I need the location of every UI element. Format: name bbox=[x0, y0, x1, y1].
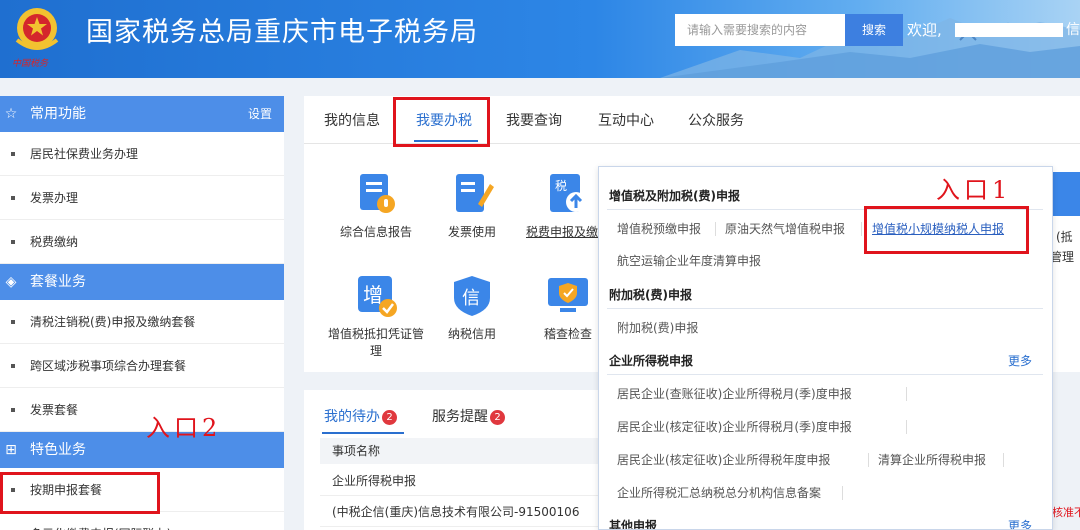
sidebar-section-features[interactable]: ⊞ 特色业务 bbox=[0, 432, 284, 468]
page-title: 国家税务总局重庆市电子税务局 bbox=[86, 17, 478, 48]
link-cit-branch-filing[interactable]: 企业所得税汇总纳税总分机构信息备案 bbox=[617, 484, 821, 501]
service-label: 纳税信用 bbox=[447, 327, 496, 341]
site-header: 中国税务 国家税务总局重庆市电子税务局 请输入需要搜索的内容 搜索 欢迎, 信 bbox=[0, 0, 1080, 78]
annotation-box-entry1 bbox=[864, 206, 1029, 254]
divider bbox=[861, 222, 862, 236]
tab-interaction[interactable]: 互动中心 bbox=[598, 110, 654, 130]
link-cit-verified-annual[interactable]: 居民企业(核定征收)企业所得税年度申报 bbox=[617, 451, 830, 468]
report-icon bbox=[354, 172, 398, 216]
sidebar-item-multi-payment[interactable]: 多元化缴费申报(国际联办) bbox=[0, 512, 284, 530]
welcome-text-tail: 信 bbox=[1066, 22, 1080, 38]
invoice-icon bbox=[450, 172, 494, 216]
tab-public-service[interactable]: 公众服务 bbox=[688, 110, 744, 130]
grid-icon: ⊞ bbox=[5, 442, 17, 458]
sidebar-item-social-security[interactable]: 居民社保费业务办理 bbox=[0, 132, 284, 176]
todo-panel: 我的待办 2 服务提醒 2 事项名称 企业所得税申报 (中税企信(重庆)信息技术有限… bbox=[304, 390, 598, 530]
annotation-label-entry2: 入口2 bbox=[146, 414, 222, 442]
section-title: 特色业务 bbox=[30, 442, 86, 458]
todo-count-badge: 2 bbox=[382, 410, 397, 425]
star-icon: ☆ bbox=[4, 106, 18, 122]
service-label: 综合信息报告 bbox=[339, 225, 412, 239]
table-row[interactable]: (中税企信(重庆)信息技术有限公司-91500106 bbox=[320, 497, 598, 527]
annotation-label-entry1: 入口1 bbox=[936, 176, 1012, 204]
partial-service-label-2[interactable]: 管理 bbox=[1050, 248, 1074, 265]
tab-my-todo[interactable]: 我的待办 2 bbox=[324, 406, 397, 426]
link-vat-prepay[interactable]: 增值税预缴申报 bbox=[617, 220, 701, 237]
table-header: 事项名称 bbox=[320, 438, 598, 464]
service-info-report[interactable]: 综合信息报告 bbox=[328, 172, 424, 241]
divider bbox=[607, 374, 1043, 375]
more-link[interactable]: 更多 bbox=[1008, 517, 1032, 529]
partial-service-label[interactable]: (抵 bbox=[1056, 228, 1073, 245]
vat-deduct-icon: 增 bbox=[354, 274, 398, 318]
redacted-username bbox=[955, 23, 1063, 37]
section-title: 套餐业务 bbox=[30, 274, 86, 290]
divider bbox=[906, 387, 907, 401]
reminder-count-badge: 2 bbox=[490, 410, 505, 425]
section-title: 常用功能 bbox=[30, 106, 86, 122]
sidebar-section-common[interactable]: ☆ 常用功能 设置 bbox=[0, 96, 284, 132]
tab-my-info[interactable]: 我的信息 bbox=[324, 110, 380, 130]
section-vat-declaration: 增值税及附加税(费)申报 bbox=[609, 189, 740, 203]
sidebar-item-cross-region-package[interactable]: 跨区域涉税事项综合办理套餐 bbox=[0, 344, 284, 388]
sidebar-item-invoice-package[interactable]: 发票套餐 bbox=[0, 388, 284, 432]
tab-query[interactable]: 我要查询 bbox=[506, 110, 562, 130]
tab-label: 服务提醒 bbox=[432, 409, 488, 425]
settings-link[interactable]: 设置 bbox=[248, 96, 272, 132]
svg-text:增: 增 bbox=[363, 283, 383, 307]
service-tax-credit[interactable]: 信 纳税信用 bbox=[424, 274, 520, 343]
annotation-box-entry2 bbox=[0, 472, 160, 514]
layers-icon: ◈ bbox=[5, 274, 17, 290]
sidebar: ☆ 常用功能 设置 居民社保费业务办理 发票办理 税费缴纳 ◈ 套餐业务 清税注… bbox=[0, 96, 284, 530]
annotation-box-tab bbox=[393, 97, 490, 147]
todo-status-fragment: 核准不 bbox=[1052, 506, 1080, 519]
search-button[interactable]: 搜索 bbox=[845, 14, 903, 46]
table-row[interactable]: 企业所得税申报 bbox=[320, 466, 598, 496]
tab-label: 我的待办 bbox=[324, 409, 380, 425]
service-label: 增值税抵扣凭证管理 bbox=[328, 327, 425, 358]
link-cit-verified-monthly[interactable]: 居民企业(核定征收)企业所得税月(季)度申报 bbox=[617, 418, 852, 435]
tax-declare-icon: 税 bbox=[546, 172, 590, 216]
link-airline-settlement[interactable]: 航空运输企业年度清算申报 bbox=[617, 252, 761, 269]
service-invoice-use[interactable]: 发票使用 bbox=[424, 172, 520, 241]
welcome-text: 欢迎, bbox=[907, 21, 942, 39]
sidebar-item-tax-payment[interactable]: 税费缴纳 bbox=[0, 220, 284, 264]
link-surcharge[interactable]: 附加税(费)申报 bbox=[617, 319, 698, 336]
emblem-brand-text: 中国税务 bbox=[12, 59, 49, 69]
link-cit-audit-monthly[interactable]: 居民企业(查账征收)企业所得税月(季)度申报 bbox=[617, 385, 852, 402]
section-cit-declaration: 企业所得税申报 bbox=[609, 354, 694, 368]
svg-text:信: 信 bbox=[462, 288, 480, 309]
sidebar-section-packages[interactable]: ◈ 套餐业务 bbox=[0, 264, 284, 300]
inspect-icon bbox=[546, 274, 590, 318]
divider bbox=[842, 486, 843, 500]
section-other-declaration: 其他申报 bbox=[609, 519, 658, 530]
sidebar-item-deregistration-package[interactable]: 清税注销税(费)申报及缴纳套餐 bbox=[0, 300, 284, 344]
emblem-icon bbox=[15, 8, 59, 50]
link-cit-liquidation[interactable]: 清算企业所得税申报 bbox=[878, 451, 986, 468]
divider bbox=[868, 453, 869, 467]
section-surcharge-declaration: 附加税(费)申报 bbox=[609, 288, 692, 302]
service-vat-deduction[interactable]: 增 增值税抵扣凭证管理 bbox=[328, 274, 424, 360]
link-crude-oil-vat[interactable]: 原油天然气增值税申报 bbox=[725, 220, 845, 237]
tab-service-reminder[interactable]: 服务提醒 2 bbox=[432, 406, 505, 426]
divider bbox=[1003, 453, 1004, 467]
search-input[interactable]: 请输入需要搜索的内容 bbox=[675, 14, 845, 46]
credit-icon: 信 bbox=[450, 274, 494, 318]
divider bbox=[715, 222, 716, 236]
more-link[interactable]: 更多 bbox=[1008, 352, 1032, 369]
active-tab-indicator bbox=[322, 432, 404, 434]
divider bbox=[607, 308, 1043, 309]
service-label: 发票使用 bbox=[447, 225, 496, 239]
svg-text:税: 税 bbox=[555, 179, 567, 193]
divider bbox=[906, 420, 907, 434]
tax-emblem-logo[interactable]: 中国税务 bbox=[8, 4, 66, 72]
sidebar-item-invoice[interactable]: 发票办理 bbox=[0, 176, 284, 220]
